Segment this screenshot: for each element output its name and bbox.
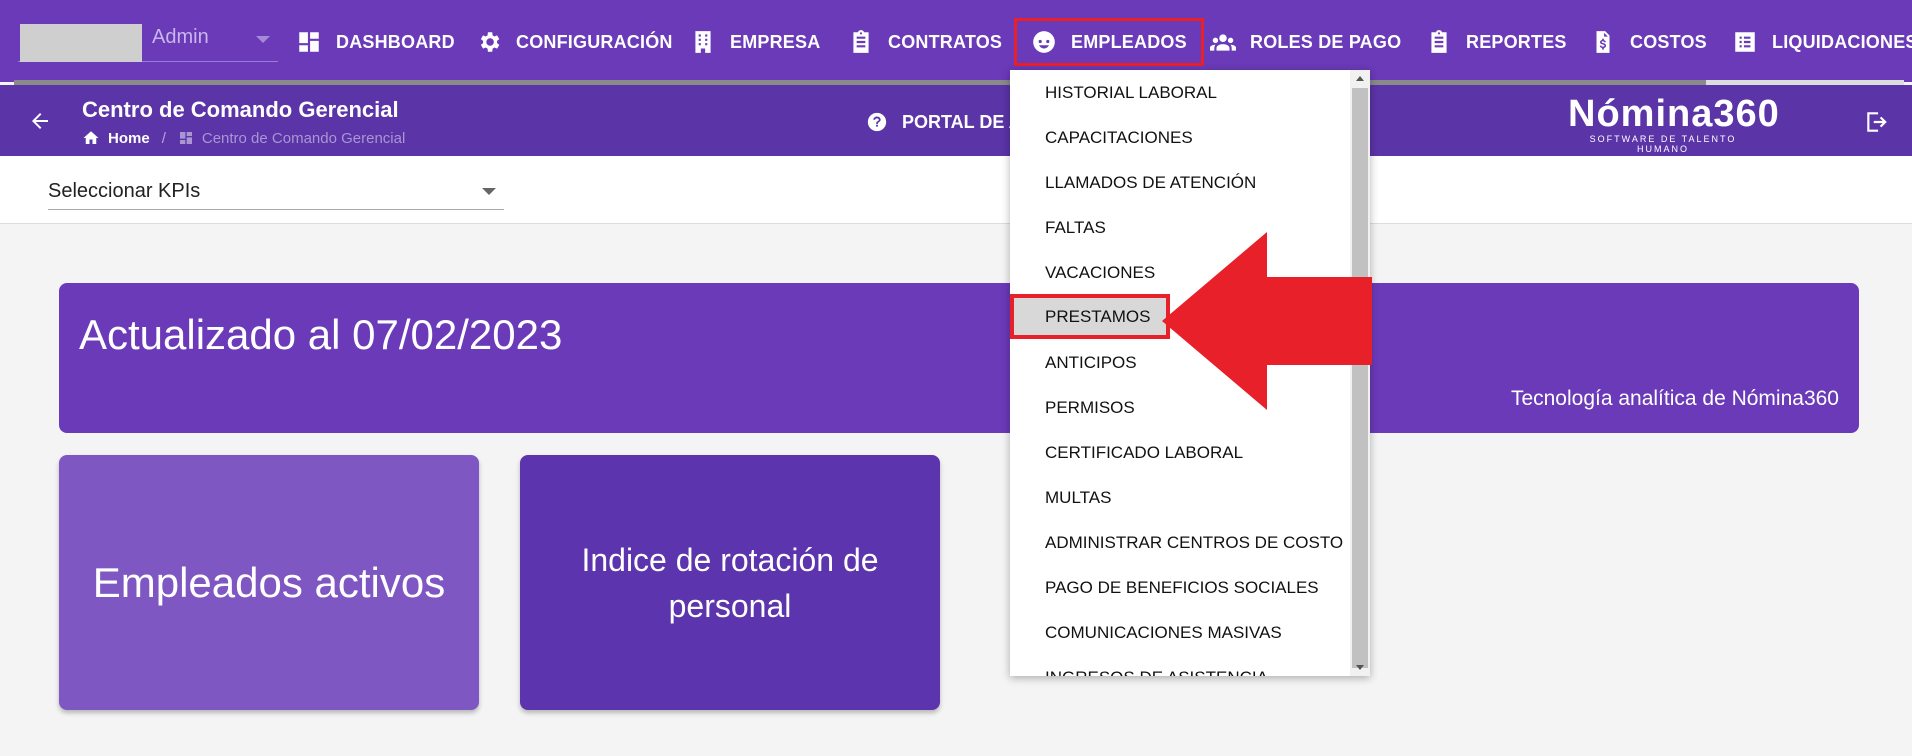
user-selector[interactable]: Admin: [18, 22, 278, 62]
portal-label: PORTAL DE A: [902, 111, 1022, 132]
nav-dashboard[interactable]: DASHBOARD: [296, 18, 455, 66]
banner-subtitle: Tecnología analítica de Nómina360: [1510, 387, 1839, 410]
building-icon: [695, 31, 711, 53]
nav-empresa[interactable]: EMPRESA: [690, 18, 820, 66]
face-icon: [1033, 31, 1055, 53]
clipboard-icon: [853, 30, 869, 53]
annotation-arrow-icon: [1162, 232, 1372, 410]
nav-reportes[interactable]: REPORTES: [1426, 18, 1567, 66]
nav-label: LIQUIDACIONES: [1772, 31, 1912, 52]
nav-label: EMPRESA: [730, 31, 821, 52]
top-navbar: Admin DASHBOARD CONFIGURACIÓN EMPRESA CO…: [0, 0, 1912, 85]
kpi-select-value: Seleccionar KPIs: [48, 180, 201, 202]
nav-empleados[interactable]: EMPLEADOS: [1014, 18, 1204, 66]
chevron-down-icon: [482, 188, 496, 195]
breadcrumb: Home / Centro de Comando Gerencial: [82, 129, 405, 147]
kpi-toolbar: Seleccionar KPIs: [0, 156, 1912, 224]
user-name: Admin: [152, 26, 209, 48]
breadcrumb-separator: /: [161, 129, 166, 147]
menu-item-prestamos[interactable]: PRESTAMOS: [1010, 294, 1170, 339]
nav-contratos[interactable]: CONTRATOS: [848, 18, 1002, 66]
kpi-select[interactable]: Seleccionar KPIs: [48, 174, 504, 210]
menu-item-administrar-centros-de-costo[interactable]: ADMINISTRAR CENTROS DE COSTO: [1010, 520, 1350, 565]
nav-label: DASHBOARD: [336, 31, 455, 52]
nav-label: EMPLEADOS: [1071, 31, 1187, 52]
portal-link[interactable]: PORTAL DE A: [866, 111, 1022, 133]
nav-costos[interactable]: COSTOS: [1590, 18, 1707, 66]
kpi-card-label: Empleados activos: [92, 558, 446, 606]
nav-label: CONFIGURACIÓN: [516, 31, 673, 52]
help-icon: [867, 112, 887, 132]
avatar: [20, 24, 142, 62]
logout-icon[interactable]: [1864, 109, 1890, 135]
nav-configuracion[interactable]: CONFIGURACIÓN: [476, 18, 673, 66]
menu-item-multas[interactable]: MULTAS: [1010, 475, 1350, 520]
invoice-icon: [1596, 31, 1610, 53]
brand-tagline: SOFTWARE DE TALENTO HUMANO: [1589, 134, 1737, 154]
sub-header: Centro de Comando Gerencial Home / Centr…: [0, 85, 1912, 156]
brand-name: Nómina360: [1568, 93, 1780, 135]
group-icon: [1210, 34, 1236, 51]
chevron-down-icon: [256, 36, 270, 43]
nav-label: CONTRATOS: [888, 31, 1003, 52]
nav-label: ROLES DE PAGO: [1250, 31, 1402, 52]
nav-label: COSTOS: [1630, 31, 1707, 52]
breadcrumb-current: Centro de Comando Gerencial: [201, 129, 406, 147]
nav-liquidaciones[interactable]: LIQUIDACIONES: [1732, 18, 1912, 66]
menu-item-certificado-laboral[interactable]: CERTIFICADO LABORAL: [1010, 430, 1350, 475]
page-title: Centro de Comando Gerencial: [82, 97, 399, 122]
dashboard-icon: [179, 132, 192, 144]
dashboard-icon: [299, 32, 319, 52]
back-arrow-icon[interactable]: [28, 109, 52, 133]
kpi-card-indice-rotacion[interactable]: Indice de rotación de personal: [520, 455, 940, 710]
gear-icon: [480, 32, 500, 52]
breadcrumb-home[interactable]: Home: [108, 130, 150, 147]
brand-logo: Nómina360 SOFTWARE DE TALENTO HUMANO: [1568, 93, 1780, 154]
kpi-card-empleados-activos[interactable]: Empleados activos: [59, 455, 479, 710]
menu-item-pago-de-beneficios-sociales[interactable]: PAGO DE BENEFICIOS SOCIALES: [1010, 565, 1350, 610]
menu-item-capacitaciones[interactable]: CAPACITACIONES: [1010, 115, 1350, 160]
clipboard-icon: [1431, 30, 1447, 53]
nav-label: REPORTES: [1466, 31, 1567, 52]
menu-item-llamados-de-atencion[interactable]: LLAMADOS DE ATENCIÓN: [1010, 160, 1350, 205]
menu-item-ingresos-de-asistencia[interactable]: INGRESOS DE ASISTENCIA: [1010, 655, 1350, 677]
kpi-card-label: Indice de rotación de personal: [581, 541, 879, 624]
menu-item-historial-laboral[interactable]: HISTORIAL LABORAL: [1010, 70, 1350, 115]
scroll-down-icon[interactable]: [1356, 665, 1364, 670]
menu-item-comunicaciones-masivas[interactable]: COMUNICACIONES MASIVAS: [1010, 610, 1350, 655]
scroll-up-icon[interactable]: [1356, 76, 1364, 81]
nav-roles-de-pago[interactable]: ROLES DE PAGO: [1210, 18, 1401, 66]
banner-title: Actualizado al 07/02/2023: [79, 311, 563, 358]
update-banner: Actualizado al 07/02/2023 Tecnología ana…: [59, 283, 1859, 433]
list-icon: [1735, 32, 1755, 52]
home-icon: [83, 131, 99, 144]
